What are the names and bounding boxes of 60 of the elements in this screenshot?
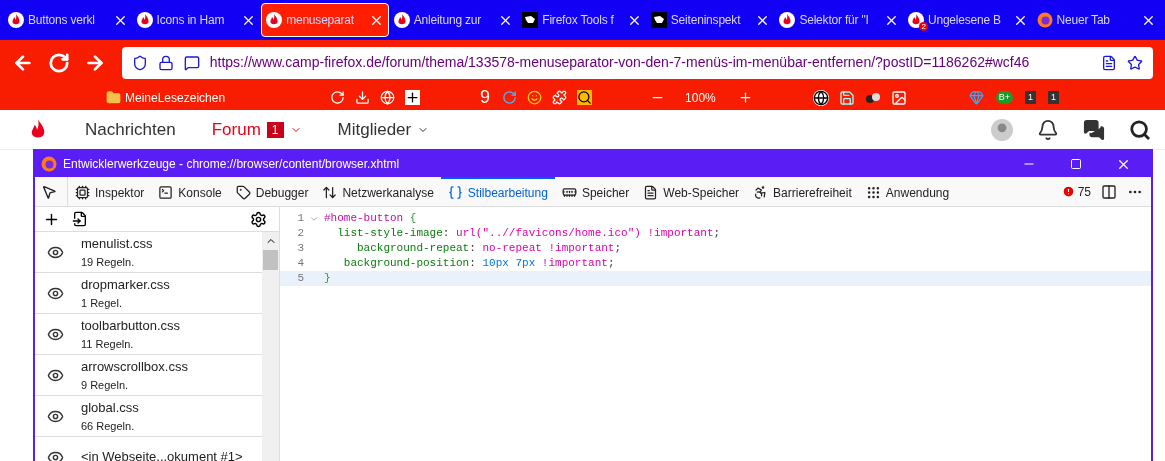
tab-badge: 2 xyxy=(919,22,928,31)
line-number: 5 xyxy=(296,271,304,287)
devtools-tab[interactable]: Speicher xyxy=(554,177,637,206)
devtools-tab[interactable]: Web-Speicher xyxy=(636,177,747,206)
browser-tab[interactable]: Selektor für "I xyxy=(775,3,903,37)
code-line: background-repeat: no-repeat !important; xyxy=(356,241,622,257)
stylesheet-name: <in Webseite...okument #1> xyxy=(81,448,243,461)
code-line: list-style-image: url("..//favicons/home.ico") !important; xyxy=(336,226,721,242)
rule-count: 11 Regeln. xyxy=(81,336,135,352)
tab-title: menuseparat xyxy=(286,12,355,29)
site-nav-link[interactable]: Forum 1 xyxy=(211,116,302,143)
rule-count: 66 Regeln. xyxy=(81,418,136,434)
tab-title: Selektor für "I xyxy=(799,12,870,29)
error-count[interactable]: 75 xyxy=(1077,182,1091,201)
devtools-tab[interactable]: Inspektor xyxy=(68,177,152,206)
browser-tab[interactable]: Seiteninspekt xyxy=(646,3,775,37)
stylesheet-name: dropmarker.css xyxy=(81,276,170,294)
devtools-tab[interactable]: Stilbearbeitung xyxy=(440,177,555,206)
tab-title: Ungelesene B xyxy=(927,12,1002,29)
tab-title: Anleitung zur xyxy=(413,12,483,29)
counter-text[interactable]: 9 xyxy=(480,84,491,111)
rule-count: 9 Regeln. xyxy=(81,377,130,393)
site-nav-link[interactable]: Mitglieder xyxy=(337,116,430,143)
stylesheet-name: menulist.css xyxy=(81,235,153,253)
url-text: https://www.camp-firefox.de/forum/thema/133578-menuseparator-von-den-7-menüs-im-menübar-entfernen/?postID=1186262#wcf46 xyxy=(209,53,1031,72)
browser-tab[interactable]: Anleitung zur xyxy=(389,3,518,37)
line-number: 4 xyxy=(296,256,304,272)
extension-badge[interactable]: 1 xyxy=(1025,91,1037,104)
browser-tab[interactable]: Firefox Tools f xyxy=(518,3,646,37)
stylesheet-name: toolbarbutton.css xyxy=(81,317,180,335)
bookmark-folder[interactable]: MeineLesezeichen xyxy=(125,88,226,107)
devtools-tab[interactable]: Netzwerkanalyse xyxy=(315,177,441,206)
url-field[interactable]: https://www.camp-firefox.de/forum/thema/133578-menuseparator-von-den-7-menüs-im-menübar-entfernen/?postID=1186262#wcf46 xyxy=(121,46,1153,79)
stylesheet-name: global.css xyxy=(81,399,139,417)
line-number: 1 xyxy=(296,211,304,227)
devtools-tab[interactable]: Konsole xyxy=(151,177,229,206)
extension-badge[interactable]: B+ xyxy=(995,91,1014,104)
code-line: } xyxy=(324,271,331,287)
zoom-level[interactable]: 100% xyxy=(685,88,716,107)
tab-title: Firefox Tools f xyxy=(542,12,615,29)
tab-title: Seiteninspekt xyxy=(670,12,742,29)
code-line: #home-button { xyxy=(324,211,417,227)
site-nav-link[interactable]: Nachrichten xyxy=(85,116,176,143)
rule-count: 1 Regel. xyxy=(81,295,123,311)
code-line: background-position: 10px 7px !important; xyxy=(342,256,615,272)
tab-title: Buttons verkl xyxy=(28,12,96,29)
line-number: 3 xyxy=(296,241,304,257)
line-number: 2 xyxy=(296,226,304,242)
window-title: Entwicklerwerkzeuge - chrome://browser/content/browser.xhtml xyxy=(63,156,400,173)
browser-tab[interactable]: Icons in Ham xyxy=(132,3,261,37)
devtools-tab[interactable]: Anwendung xyxy=(858,177,957,206)
tab-title: Neuer Tab xyxy=(1056,12,1111,29)
browser-tab[interactable]: Buttons verkl xyxy=(4,3,132,37)
devtools-tab[interactable]: Debugger xyxy=(228,177,316,206)
stylesheet-name: arrowscrollbox.css xyxy=(81,358,188,376)
tab-title: Icons in Ham xyxy=(156,12,226,29)
browser-tab[interactable]: Neuer Tab xyxy=(1032,3,1161,37)
extension-badge[interactable]: 1 xyxy=(1048,91,1060,104)
devtools-tab[interactable]: Barrierefreiheit xyxy=(746,177,859,206)
rule-count: 19 Regeln. xyxy=(81,254,136,270)
